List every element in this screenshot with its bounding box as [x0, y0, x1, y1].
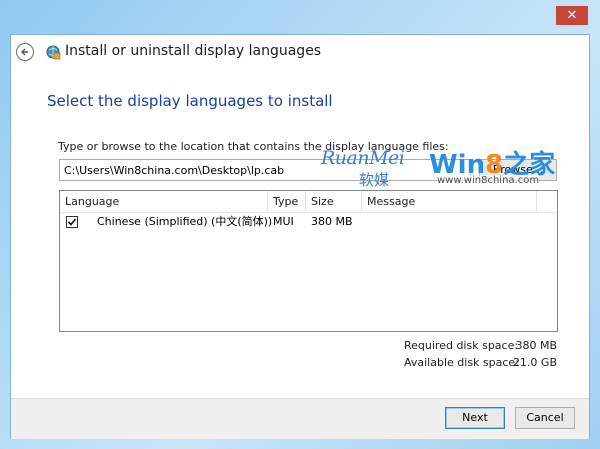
path-input[interactable] [59, 159, 471, 181]
table-row[interactable]: Chinese (Simplified) (中文(简体)) MUI 380 MB [60, 212, 557, 232]
browse-button[interactable]: Browse... [479, 159, 557, 181]
dialog-title: Install or uninstall display languages [65, 43, 322, 59]
checkmark-icon [67, 218, 77, 226]
column-header-message[interactable]: Message [362, 191, 537, 212]
column-header-size[interactable]: Size [306, 191, 362, 212]
available-space-label: Available disk space: [404, 356, 519, 369]
column-header-language[interactable]: Language [60, 191, 268, 212]
path-prompt-label: Type or browse to the location that cont… [58, 140, 449, 153]
column-header-filler [537, 191, 557, 212]
table-header: Language Type Size Message [60, 191, 557, 213]
row-type: MUI [273, 215, 294, 228]
available-space-value: 21.0 GB [512, 356, 557, 369]
language-checkbox[interactable] [66, 216, 78, 228]
required-space-value: 380 MB [515, 339, 557, 352]
row-size: 380 MB [311, 215, 353, 228]
cancel-button[interactable]: Cancel [515, 407, 575, 429]
dialog-footer: Next Cancel [11, 398, 589, 439]
language-table: Language Type Size Message Chinese (Simp… [59, 190, 558, 332]
row-language: Chinese (Simplified) (中文(简体)) [97, 215, 273, 228]
dialog-window: Install or uninstall display languages S… [10, 34, 590, 439]
window-titlebar: ✕ [0, 0, 600, 34]
column-header-type[interactable]: Type [268, 191, 306, 212]
dialog-header: Install or uninstall display languages [11, 35, 589, 71]
required-space-label: Required disk space: [404, 339, 519, 352]
back-button[interactable] [16, 43, 34, 61]
close-button[interactable]: ✕ [556, 6, 588, 25]
page-heading: Select the display languages to install [47, 92, 333, 110]
next-button[interactable]: Next [445, 407, 505, 429]
language-globe-icon [46, 45, 61, 60]
close-icon: ✕ [566, 8, 578, 23]
back-arrow-icon [21, 48, 28, 56]
